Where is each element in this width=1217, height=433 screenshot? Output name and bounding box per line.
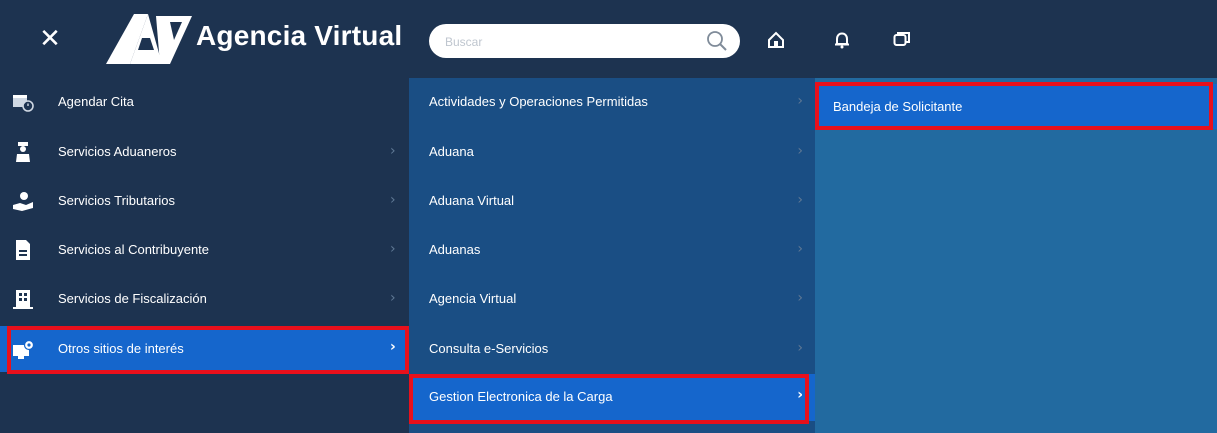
submenu-item-label: Aduana Virtual	[429, 193, 515, 208]
chevron-right-icon: ›	[797, 387, 803, 403]
search-box[interactable]	[429, 24, 740, 58]
brand-title: Agencia Virtual	[196, 20, 403, 51]
submenu-item-aduanas[interactable]: Aduanas ›	[409, 226, 815, 274]
search-input[interactable]	[443, 31, 687, 53]
submenu-item-bandeja-solicitante[interactable]: Bandeja de Solicitante	[815, 84, 1217, 129]
menu-item-servicios-tributarios[interactable]: Servicios Tributarios ›	[0, 177, 409, 225]
chevron-right-icon: ›	[390, 290, 396, 306]
submenu-item-label: Consulta e-Servicios	[429, 341, 549, 356]
submenu-item-actividades[interactable]: Actividades y Operaciones Permitidas ›	[409, 78, 815, 126]
chevron-right-icon: ›	[797, 290, 803, 306]
menu-item-label: Servicios Aduaneros	[58, 144, 177, 159]
chat-icon[interactable]	[893, 31, 911, 49]
submenu-item-label: Agencia Virtual	[429, 291, 517, 306]
submenu-item-label: Gestion Electronica de la Carga	[429, 389, 613, 404]
menu-item-agendar-cita[interactable]: Agendar Cita	[0, 78, 409, 126]
close-icon[interactable]: ✕	[38, 25, 62, 51]
top-bar: ✕ Agencia Virtual	[0, 0, 1217, 78]
submenu-item-label: Bandeja de Solicitante	[833, 99, 963, 114]
chevron-right-icon: ›	[797, 192, 803, 208]
menu-item-label: Servicios de Fiscalización	[58, 291, 207, 306]
search-icon[interactable]	[706, 30, 728, 52]
home-icon[interactable]	[767, 31, 785, 49]
submenu-level-3: Bandeja de Solicitante	[815, 78, 1217, 433]
calendar-clock-icon	[13, 95, 34, 112]
chevron-right-icon: ›	[797, 241, 803, 257]
menu-item-servicios-fiscalizacion[interactable]: Servicios de Fiscalización ›	[0, 275, 409, 323]
submenu-item-label: Actividades y Operaciones Permitidas	[429, 94, 648, 109]
menu-item-label: Servicios al Contribuyente	[58, 242, 210, 257]
menu-item-label: Agendar Cita	[58, 94, 134, 109]
submenu-item-gestion-carga[interactable]: Gestion Electronica de la Carga ›	[409, 374, 815, 421]
agencia-virtual-logo	[106, 14, 192, 64]
chevron-right-icon: ›	[390, 241, 396, 257]
chevron-right-icon: ›	[390, 192, 396, 208]
hand-coin-icon	[13, 192, 33, 211]
submenu: Actividades y Operaciones Permitidas › A…	[409, 78, 815, 433]
main-menu: Agendar Cita Servicios Aduaneros › Servi…	[0, 78, 409, 433]
document-icon	[16, 240, 30, 260]
submenu-item-label: Aduana	[429, 144, 474, 159]
menu-item-servicios-aduaneros[interactable]: Servicios Aduaneros ›	[0, 128, 409, 176]
officer-icon	[16, 142, 30, 162]
chevron-right-icon: ›	[390, 143, 396, 159]
submenu-item-consulta-eservicios[interactable]: Consulta e-Servicios ›	[409, 325, 815, 373]
chevron-right-icon: ›	[797, 93, 803, 109]
building-icon	[13, 290, 33, 309]
monitor-pin-icon	[13, 340, 34, 359]
menu-item-otros-sitios[interactable]: Otros sitios de interés ›	[0, 326, 409, 372]
chevron-right-icon: ›	[797, 340, 803, 356]
chevron-right-icon: ›	[390, 339, 396, 355]
submenu-item-agencia-virtual[interactable]: Agencia Virtual ›	[409, 275, 815, 323]
chevron-right-icon: ›	[797, 143, 803, 159]
submenu-item-aduana-virtual[interactable]: Aduana Virtual ›	[409, 177, 815, 225]
submenu-item-aduana[interactable]: Aduana ›	[409, 128, 815, 176]
bell-icon[interactable]	[833, 31, 851, 49]
menu-item-servicios-contribuyente[interactable]: Servicios al Contribuyente ›	[0, 226, 409, 274]
app-frame: ✕ Agencia Virtual Buscar Agendar Cita Se…	[0, 0, 1217, 433]
submenu-item-label: Aduanas	[429, 242, 481, 257]
menu-item-label: Otros sitios de interés	[58, 341, 184, 356]
menu-item-label: Servicios Tributarios	[58, 193, 176, 208]
